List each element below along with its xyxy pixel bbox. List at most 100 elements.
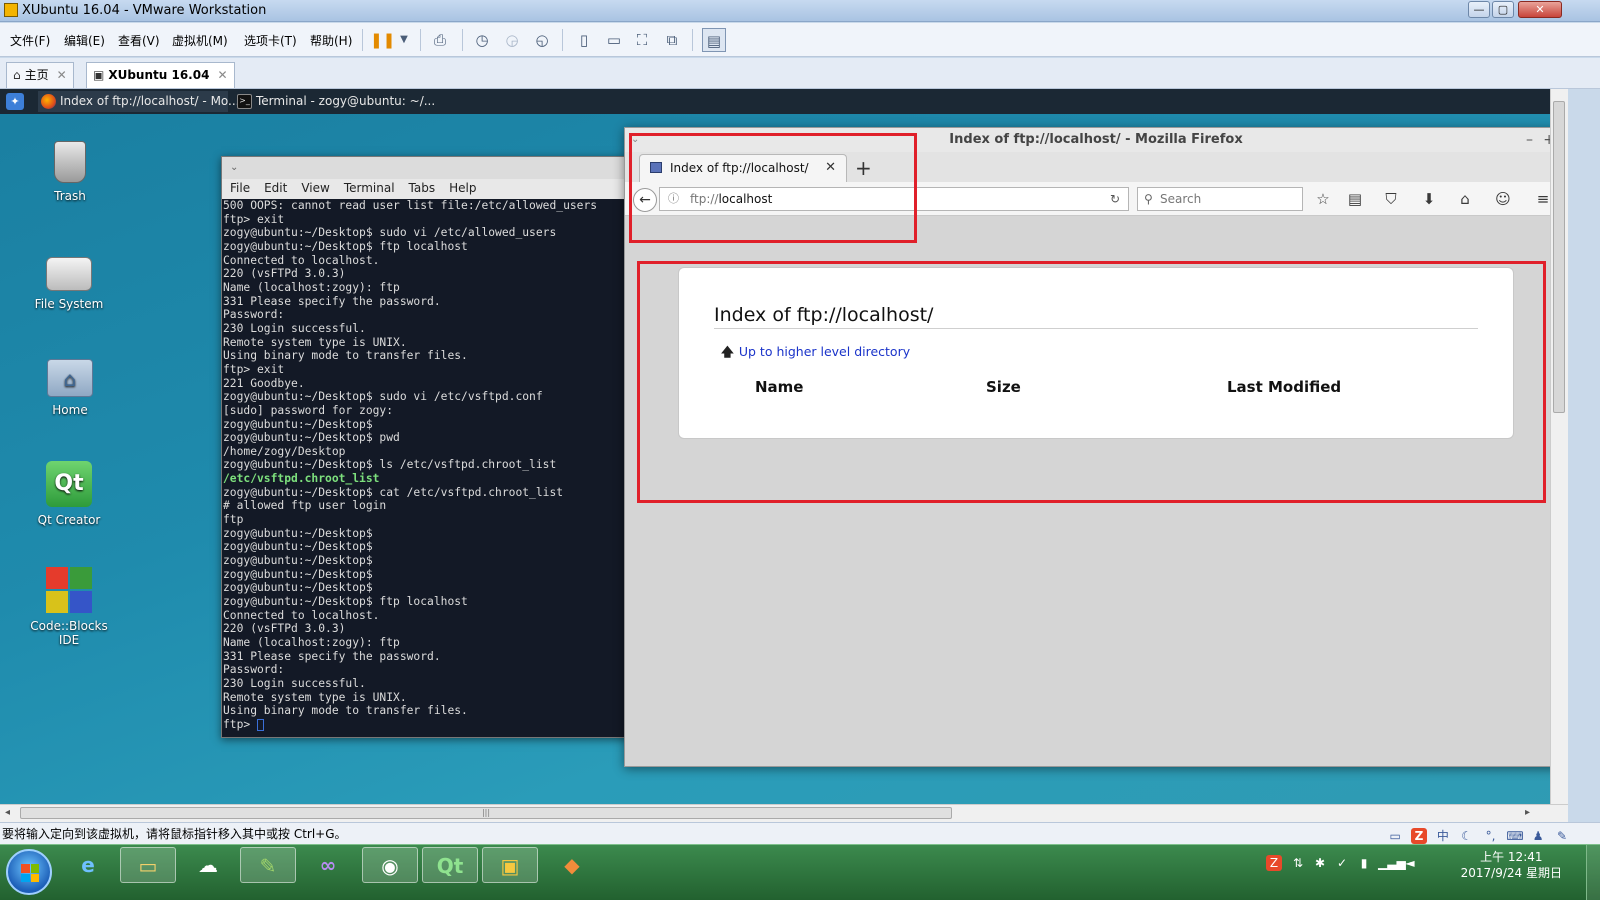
- menu-help[interactable]: 帮助(H): [310, 32, 352, 49]
- terminal-line: zogy@ubuntu:~/Desktop$ pwd: [223, 431, 400, 445]
- revert-snapshot-icon[interactable]: ◶: [500, 28, 524, 52]
- desktop-icon-codeblocks[interactable]: Code::Blocks IDE: [19, 567, 119, 647]
- menu-vm[interactable]: 虚拟机(M): [172, 32, 228, 49]
- sogou-ime-icon[interactable]: Z: [1411, 828, 1428, 844]
- column-header-size[interactable]: Size: [986, 378, 1021, 396]
- signal-icon[interactable]: ▁▃▅: [1378, 855, 1406, 871]
- show-library-icon[interactable]: ▯: [572, 28, 596, 52]
- visual-studio-icon[interactable]: ∞: [300, 847, 356, 883]
- column-header-last-modified[interactable]: Last Modified: [1227, 378, 1341, 396]
- unity-icon[interactable]: ⧉: [660, 28, 684, 52]
- notepad-icon[interactable]: ✎: [240, 847, 296, 883]
- menu-view[interactable]: 查看(V): [118, 32, 160, 49]
- qt-creator-icon[interactable]: Qt: [422, 847, 478, 883]
- close-icon[interactable]: ✕: [217, 68, 227, 82]
- internet-explorer-icon[interactable]: e: [60, 847, 116, 883]
- desktop-icon-qtcreator[interactable]: Qt Qt Creator: [19, 461, 119, 527]
- safely-remove-icon[interactable]: ✓: [1334, 855, 1350, 871]
- vmware-menubar: 文件(F) 编辑(E) 查看(V) 虚拟机(M) 选项卡(T) 帮助(H) ❚❚…: [0, 23, 1600, 57]
- desktop-icon-trash[interactable]: Trash: [20, 141, 120, 203]
- terminal-menu-help[interactable]: Help: [449, 179, 476, 197]
- ime-mode[interactable]: 中: [1435, 828, 1451, 844]
- terminal-line: /etc/vsftpd.chroot_list: [223, 472, 380, 486]
- vmware-taskbar-icon[interactable]: ▣: [482, 847, 538, 883]
- chevron-down-icon[interactable]: ▼: [392, 28, 416, 52]
- menu-edit[interactable]: 编辑(E): [64, 32, 105, 49]
- start-button[interactable]: [6, 849, 52, 895]
- baidu-netdisk-icon[interactable]: ☁: [180, 847, 236, 883]
- send-ctrl-alt-del-icon[interactable]: ⎙: [428, 28, 452, 52]
- tab-home[interactable]: ⌂ 主页 ✕: [6, 62, 74, 88]
- search-input[interactable]: ⚲ Search: [1137, 187, 1303, 211]
- pocket-icon[interactable]: ⛉: [1381, 189, 1401, 209]
- window-menu-icon[interactable]: ⌄: [631, 128, 639, 152]
- info-icon[interactable]: ⓘ: [668, 188, 679, 210]
- close-tab-icon[interactable]: ✕: [825, 155, 836, 181]
- close-icon[interactable]: ✕: [57, 68, 67, 82]
- desktop-icon-filesystem[interactable]: File System: [19, 249, 119, 311]
- panel-task-firefox[interactable]: Index of ftp://localhost/ - Mo...: [38, 91, 240, 112]
- scroll-left-icon[interactable]: ◂: [5, 807, 10, 818]
- console-view-icon[interactable]: ▤: [702, 28, 726, 52]
- bookmark-star-icon[interactable]: ☆: [1313, 189, 1333, 209]
- whisker-menu-icon[interactable]: ✦: [6, 93, 24, 110]
- tab-xubuntu[interactable]: ▣ XUbuntu 16.04 ✕: [86, 62, 235, 88]
- home-icon[interactable]: ⌂: [1455, 189, 1475, 209]
- menu-file[interactable]: 文件(F): [10, 32, 50, 49]
- snapshot-icon[interactable]: ◷: [470, 28, 494, 52]
- minimize-button[interactable]: —: [1468, 1, 1490, 18]
- back-arrow-icon[interactable]: ←: [633, 188, 657, 212]
- qt-creator-icon: Qt: [46, 461, 92, 507]
- fullscreen-icon[interactable]: ⛶: [630, 28, 654, 52]
- reading-list-icon[interactable]: ▤: [1345, 189, 1365, 209]
- terminal-window[interactable]: ⌄ File Edit View Terminal Tabs Help 500 OOPS:…: [221, 156, 631, 738]
- terminal-output[interactable]: 500 OOPS: cannot read user list file:/et…: [222, 199, 630, 737]
- chrome-icon[interactable]: ◉: [362, 847, 418, 883]
- minimize-icon[interactable]: –: [1526, 128, 1533, 152]
- terminal-menu-file[interactable]: File: [230, 179, 250, 197]
- vmware-statusbar: 要将输入定向到该虚拟机，请将鼠标指针移入其中或按 Ctrl+G。 ▭ Z 中 ☾…: [0, 822, 1600, 844]
- sogou-tray-icon[interactable]: Z: [1266, 855, 1282, 871]
- close-button[interactable]: ✕: [1518, 1, 1562, 18]
- terminal-menu-view[interactable]: View: [301, 179, 329, 197]
- url-bar[interactable]: ⓘ ftp://localhost ↻: [659, 187, 1129, 211]
- pause-icon[interactable]: ❚❚: [370, 28, 395, 52]
- firefox-window[interactable]: Index of ftp://localhost/ - Mozilla Fire…: [624, 127, 1568, 767]
- panel-task-terminal[interactable]: >_ Terminal - zogy@ubuntu: ~/...: [234, 91, 435, 112]
- scrollbar-thumb[interactable]: |||: [20, 807, 952, 819]
- scroll-right-icon[interactable]: ▸: [1525, 807, 1530, 818]
- keyboard-icon[interactable]: ⌨: [1506, 828, 1523, 844]
- battery-icon[interactable]: ▮: [1356, 855, 1372, 871]
- terminal-menu-tabs[interactable]: Tabs: [409, 179, 436, 197]
- punctuation-icon[interactable]: °,: [1483, 828, 1499, 844]
- user-icon[interactable]: ♟: [1530, 828, 1546, 844]
- terminal-menu-edit[interactable]: Edit: [264, 179, 287, 197]
- menu-tabs[interactable]: 选项卡(T): [244, 32, 297, 49]
- tools-icon[interactable]: ✎: [1554, 828, 1570, 844]
- network-adapter-icon[interactable]: ⇅: [1290, 855, 1306, 871]
- terminal-menu-terminal[interactable]: Terminal: [344, 179, 395, 197]
- guest-desktop[interactable]: ✦ Index of ftp://localhost/ - Mo... >_ T…: [0, 89, 1568, 815]
- show-desktop-button[interactable]: [1586, 845, 1600, 900]
- snapshot-manager-icon[interactable]: ◵: [530, 28, 554, 52]
- git-icon[interactable]: ◆: [544, 847, 600, 883]
- file-explorer-icon[interactable]: ▭: [120, 847, 176, 883]
- reload-icon[interactable]: ↻: [1110, 188, 1120, 210]
- chat-icon[interactable]: ☺: [1493, 189, 1513, 209]
- bluetooth-icon[interactable]: ✱: [1312, 855, 1328, 871]
- vertical-scrollbar[interactable]: [1550, 89, 1568, 815]
- volume-icon[interactable]: ◄: [1402, 855, 1418, 871]
- thumbnail-bar-icon[interactable]: ▭: [602, 28, 626, 52]
- taskbar-clock[interactable]: 上午 12:41 2017/9/24 星期日: [1461, 849, 1562, 881]
- desktop-icon-home[interactable]: ⌂ Home: [20, 359, 120, 417]
- up-directory-link[interactable]: 🡅 Up to higher level directory: [721, 343, 910, 364]
- hard-disk-icon[interactable]: ▭: [1387, 828, 1403, 844]
- firefox-tab-active[interactable]: Index of ftp://localhost/ ✕: [639, 154, 847, 182]
- horizontal-scrollbar[interactable]: ◂ ||| ▸: [0, 804, 1568, 822]
- new-tab-button[interactable]: +: [855, 156, 872, 180]
- restore-button[interactable]: ▢: [1492, 1, 1514, 18]
- column-header-name[interactable]: Name: [755, 378, 803, 396]
- downloads-icon[interactable]: ⬇: [1419, 189, 1439, 209]
- moon-icon[interactable]: ☾: [1459, 828, 1475, 844]
- scrollbar-thumb[interactable]: [1553, 101, 1565, 413]
